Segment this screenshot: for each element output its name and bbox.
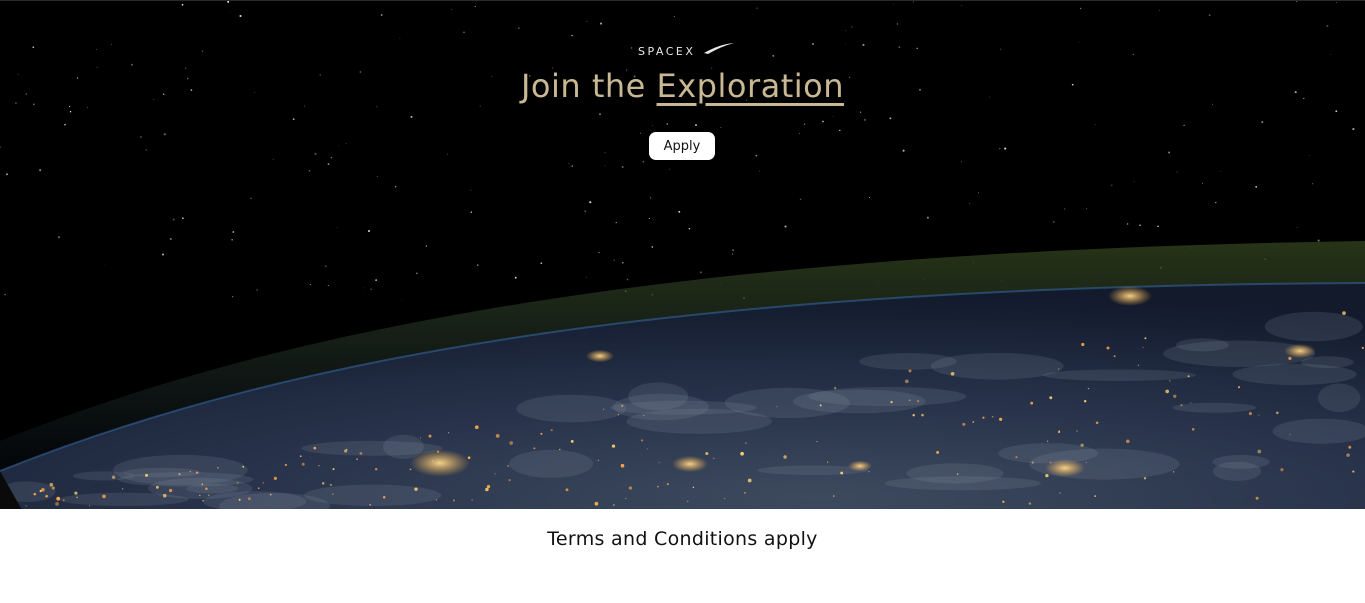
headline-prefix: Join the	[520, 67, 657, 105]
logo-wordmark: SPACEX	[638, 45, 695, 58]
spacex-logo: SPACEX	[638, 43, 734, 58]
headline-accent: Exploration	[656, 67, 845, 105]
hero-section: SPACEX Join the Exploration Apply	[0, 0, 1365, 509]
terms-text: Terms and Conditions apply	[547, 528, 818, 550]
page-headline: Join the Exploration	[0, 67, 1365, 105]
apply-button[interactable]: Apply	[649, 132, 715, 160]
